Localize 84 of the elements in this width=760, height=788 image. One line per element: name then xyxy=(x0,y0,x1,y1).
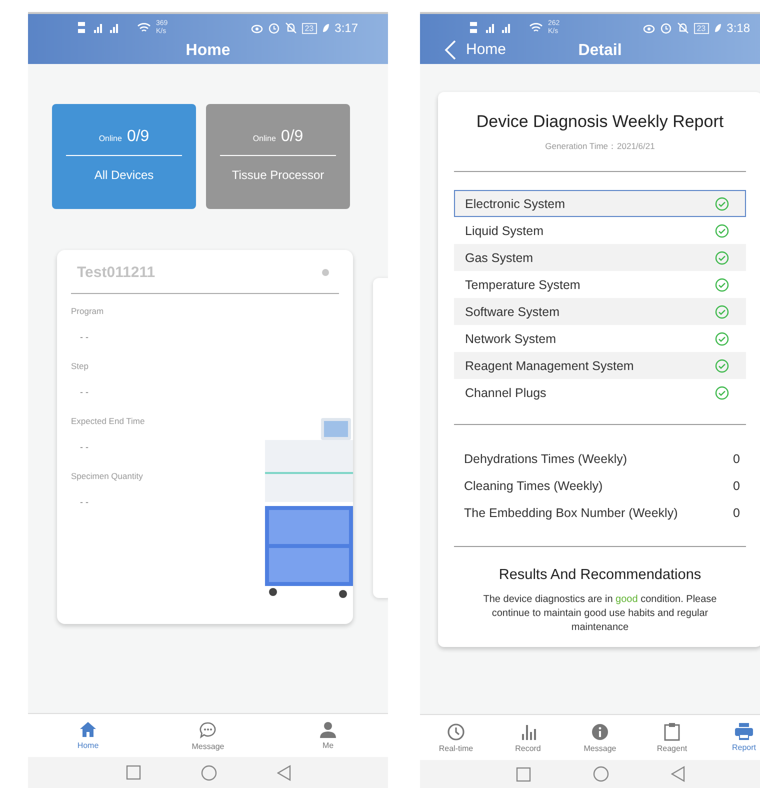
report-title: Device Diagnosis Weekly Report xyxy=(476,112,724,132)
screen-title: Detail xyxy=(578,42,622,60)
system-name: Software System xyxy=(465,304,560,318)
back-link[interactable]: Home xyxy=(466,41,506,58)
device-name: Test011211 xyxy=(77,264,156,281)
system-row[interactable]: Reagent Management System xyxy=(454,352,746,379)
system-row[interactable]: Temperature System xyxy=(454,271,746,298)
leaf-icon xyxy=(714,23,722,33)
field-label: Expected End Time xyxy=(71,416,145,426)
bar-chart-icon xyxy=(519,722,537,740)
device-card[interactable]: Test011211 Program - - Step - - Expected End Time - - Specimen Quantity - - xyxy=(57,250,353,624)
stat-value: 0 xyxy=(733,478,740,492)
eye-icon xyxy=(250,22,263,34)
stat-label: The Embedding Box Number (Weekly) xyxy=(464,506,678,520)
system-name: Temperature System xyxy=(465,278,580,292)
field-value: - - xyxy=(80,387,88,397)
tab[interactable]: Home xyxy=(28,714,148,757)
stat-value: 0 xyxy=(733,452,740,466)
leaf-icon xyxy=(322,23,330,33)
person-icon xyxy=(319,721,337,738)
stat-label: Dehydrations Times (Weekly) xyxy=(464,452,628,466)
system-row[interactable]: Network System xyxy=(454,325,746,352)
screen-title: Home xyxy=(186,42,230,60)
tab[interactable]: Record xyxy=(492,715,564,760)
system-name: Liquid System xyxy=(465,224,544,238)
tab[interactable]: Report xyxy=(708,715,760,760)
online-count: 0/9 xyxy=(126,128,150,146)
tab[interactable]: Message xyxy=(564,715,636,760)
category-label: Tissue Processor xyxy=(232,168,324,182)
system-row[interactable]: Channel Plugs xyxy=(454,379,746,406)
category-card[interactable]: Online 0/9 All Devices xyxy=(52,104,196,209)
generation-time: Generation Time：2021/6/21 xyxy=(545,141,655,153)
clock-time: 3:17 xyxy=(334,21,358,35)
clock-time: 3:18 xyxy=(726,21,750,35)
online-label: Online xyxy=(252,134,276,143)
alarm-icon xyxy=(268,22,280,34)
system-row[interactable]: Electronic System xyxy=(454,190,746,217)
online-label: Online xyxy=(98,134,122,143)
recent-apps-icon[interactable] xyxy=(126,765,140,780)
home-icon xyxy=(79,721,97,738)
bell-off-icon xyxy=(284,22,297,34)
alarm-icon xyxy=(660,22,672,34)
chat-bubble-icon xyxy=(199,720,217,738)
status-dot-icon xyxy=(322,269,329,276)
eye-icon xyxy=(642,22,655,34)
back-triangle-icon[interactable] xyxy=(276,764,290,780)
system-name: Electronic System xyxy=(465,196,566,210)
battery-indicator: 23 xyxy=(694,22,709,34)
printer-icon xyxy=(735,723,753,740)
recent-apps-icon[interactable] xyxy=(516,766,530,782)
field-value: - - xyxy=(80,332,88,342)
field-value: - - xyxy=(80,442,88,452)
system-name: Reagent Management System xyxy=(465,358,634,372)
system-row[interactable]: Liquid System xyxy=(454,217,746,244)
system-row[interactable]: Software System xyxy=(454,298,746,325)
home-circle-icon[interactable] xyxy=(592,766,608,782)
category-label: All Devices xyxy=(94,168,154,182)
category-card[interactable]: Online 0/9 Tissue Processor xyxy=(206,104,350,209)
tab[interactable]: Reagent xyxy=(636,715,708,760)
clipboard-icon xyxy=(663,722,681,741)
info-icon xyxy=(591,722,609,740)
system-name: Channel Plugs xyxy=(465,386,546,400)
tab[interactable]: Real-time xyxy=(420,715,492,760)
online-count: 0/9 xyxy=(280,128,304,146)
home-circle-icon[interactable] xyxy=(200,764,216,780)
tab[interactable]: Me xyxy=(268,714,388,757)
system-row[interactable]: Gas System xyxy=(454,244,746,271)
stat-label: Cleaning Times (Weekly) xyxy=(464,478,603,492)
system-name: Network System xyxy=(465,332,556,346)
stat-value: 0 xyxy=(733,506,740,520)
field-label: Step xyxy=(71,361,88,371)
wifi-icon xyxy=(137,22,151,34)
system-name: Gas System xyxy=(465,250,534,264)
wifi-icon xyxy=(529,22,543,34)
field-value: - - xyxy=(80,497,88,507)
back-triangle-icon[interactable] xyxy=(670,766,684,782)
battery-indicator: 23 xyxy=(302,22,317,34)
field-label: Program xyxy=(71,306,104,316)
tab[interactable]: Message xyxy=(148,714,268,757)
clock-icon xyxy=(447,722,465,740)
results-text: The device diagnostics are in good condition. Please continue to maintain good use habits and regular maintenance xyxy=(482,593,718,635)
field-label: Specimen Quantity xyxy=(71,471,143,481)
bell-off-icon xyxy=(676,22,689,34)
results-title: Results And Recommendations xyxy=(498,567,702,583)
